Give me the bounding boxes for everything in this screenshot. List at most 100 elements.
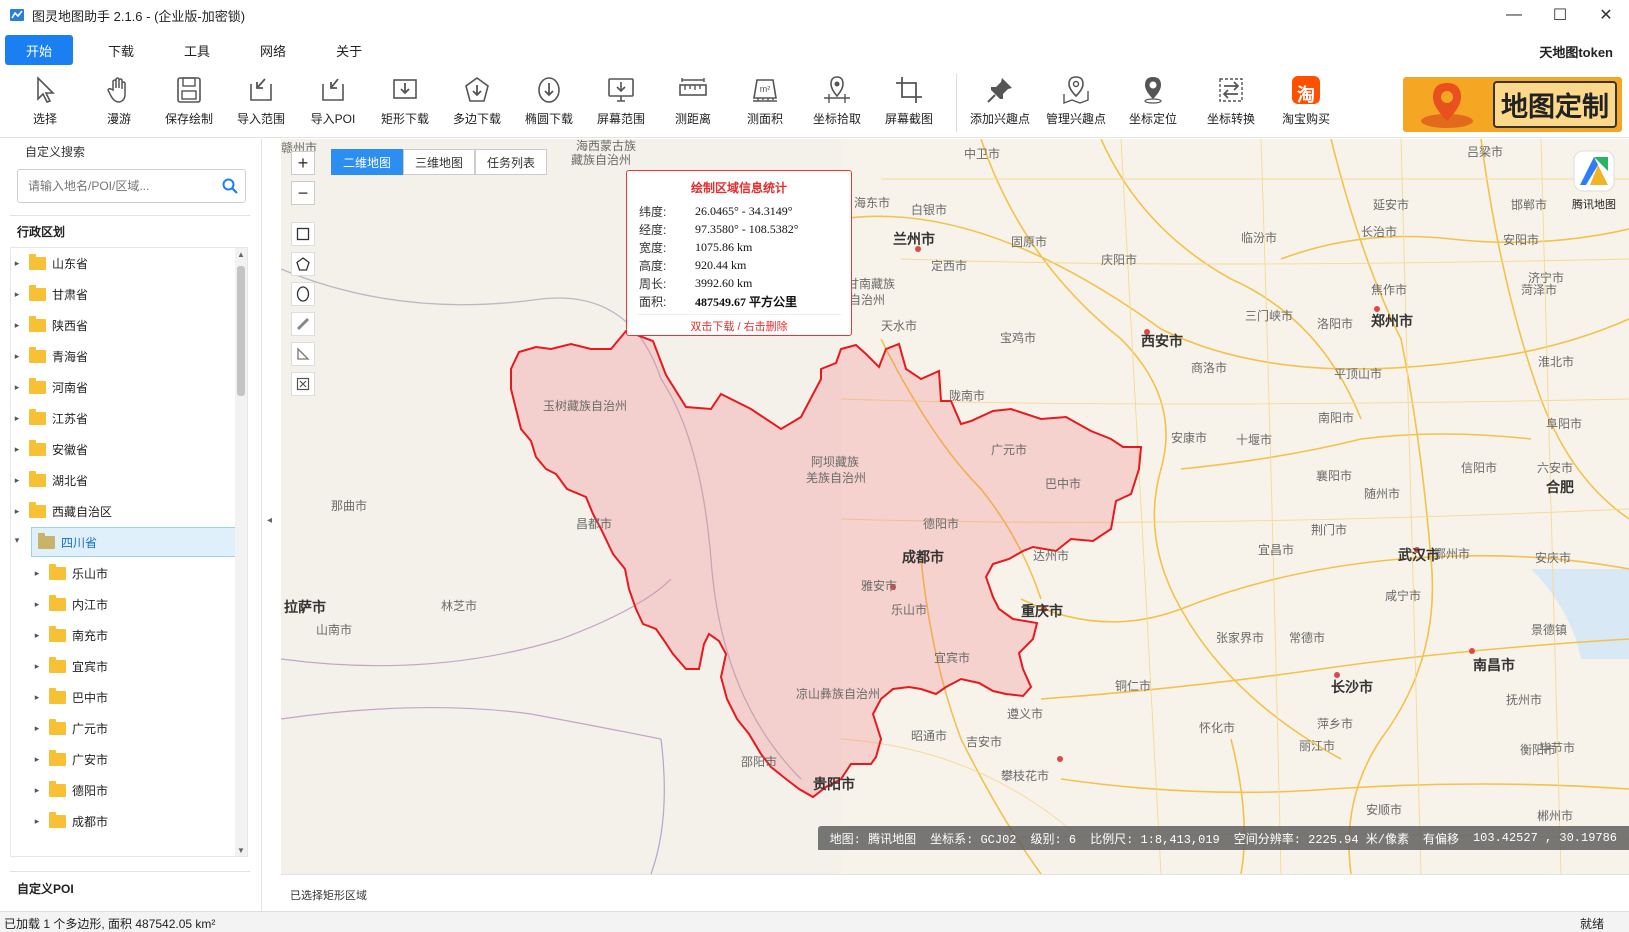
expand-arrow-icon[interactable]: ▸ [31, 723, 43, 734]
minimize-button[interactable]: — [1491, 0, 1537, 30]
tab-task-list[interactable]: 任务列表 [475, 149, 548, 175]
zoom-in-button[interactable]: + [291, 151, 315, 175]
locate-coordinate-button[interactable]: 坐标定位 [1117, 74, 1189, 134]
import-range-button[interactable]: 导入范围 [225, 74, 297, 134]
collapse-arrow-icon[interactable]: ▾ [11, 535, 23, 546]
draw-rect-button[interactable] [291, 222, 315, 246]
polygon-download-button[interactable]: 多边下载 [441, 74, 513, 134]
folder-icon [29, 315, 46, 332]
tree-item[interactable]: ▸ 甘肃省 [11, 279, 239, 309]
expand-arrow-icon[interactable]: ▸ [31, 785, 43, 796]
tree-item[interactable]: ▸ 陕西省 [11, 310, 239, 340]
screen-range-button[interactable]: 屏幕范围 [585, 74, 657, 134]
save-drawing-button[interactable]: 保存绘制 [153, 74, 225, 134]
screenshot-button[interactable]: 屏幕截图 [873, 74, 945, 134]
scroll-down-icon[interactable]: ▼ [235, 844, 247, 856]
expand-arrow-icon[interactable]: ▸ [31, 568, 43, 579]
map-place-label: 昌都市 [576, 517, 613, 531]
map-place-label: 羌族自治州 [806, 471, 867, 485]
expand-arrow-icon[interactable]: ▸ [11, 413, 23, 424]
map-place-label: 长治市 [1361, 225, 1398, 239]
measure-area-button[interactable]: m² 测面积 [729, 74, 801, 134]
selection-status: 已选择矩形区域 [290, 890, 367, 902]
map-place-label: 安庆市 [1535, 551, 1572, 565]
map-place-label: 六安市 [1537, 461, 1574, 475]
map-place-label: 铜仁市 [1115, 679, 1152, 693]
map-canvas[interactable] [281, 139, 1629, 874]
expand-arrow-icon[interactable]: ▸ [11, 506, 23, 517]
tree-item-selected[interactable]: 四川省 [31, 527, 244, 557]
add-poi-button[interactable]: 添加兴趣点 [964, 74, 1036, 134]
taobao-buy-button[interactable]: 淘 淘宝购买 [1270, 74, 1342, 134]
tree-item[interactable]: ▸ 安徽省 [11, 434, 239, 464]
tab-download[interactable]: 下载 [87, 35, 155, 65]
pan-tool-button[interactable]: 漫游 [83, 74, 155, 134]
search-icon[interactable] [221, 177, 239, 195]
tree-item[interactable]: ▸ 江苏省 [11, 403, 239, 433]
expand-arrow-icon[interactable]: ▸ [31, 599, 43, 610]
tianditu-token-link[interactable]: 天地图token [1539, 42, 1613, 61]
panel-collapse-icon[interactable]: ◂ [267, 515, 272, 526]
tree-item[interactable]: ▸ 山东省 [11, 248, 239, 278]
close-button[interactable]: ✕ [1583, 0, 1629, 30]
tree-item[interactable]: ▸ 湖北省 [11, 465, 239, 495]
expand-arrow-icon[interactable]: ▸ [11, 258, 23, 269]
info-actions-hint[interactable]: 双击下载 / 右击删除 [637, 314, 841, 334]
search-input[interactable] [28, 179, 218, 193]
tab-tools[interactable]: 工具 [163, 35, 231, 65]
tab-network[interactable]: 网络 [239, 35, 307, 65]
draw-circle-button[interactable] [291, 282, 315, 306]
clear-drawing-button[interactable] [291, 372, 315, 396]
expand-arrow-icon[interactable]: ▸ [31, 754, 43, 765]
tree-item[interactable]: ▸ 河南省 [11, 372, 239, 402]
zoom-out-button[interactable]: − [291, 181, 315, 205]
scroll-thumb[interactable] [237, 266, 245, 396]
tree-item[interactable]: ▸ 成都市 [31, 806, 247, 836]
expand-arrow-icon[interactable]: ▸ [11, 351, 23, 362]
expand-arrow-icon[interactable]: ▸ [11, 382, 23, 393]
measure-distance-button[interactable]: 测距离 [657, 74, 729, 134]
map-provider-badge[interactable]: 腾讯地图 [1567, 149, 1621, 212]
tree-item[interactable]: ▸ 德阳市 [31, 775, 247, 805]
tree-item[interactable]: ▸ 内江市 [31, 589, 247, 619]
draw-polygon-button[interactable] [291, 252, 315, 276]
convert-icon [1219, 78, 1243, 102]
expand-arrow-icon[interactable]: ▸ [31, 692, 43, 703]
measure-angle-button[interactable] [291, 342, 315, 366]
expand-arrow-icon[interactable]: ▸ [31, 630, 43, 641]
tree-scrollbar[interactable]: ▲ ▼ [235, 248, 247, 856]
region-info-popup[interactable]: 绘制区域信息统计 纬度: 26.0465° - 34.3149° 经度: 97.35… [626, 170, 852, 336]
tree-item[interactable]: ▸ 青海省 [11, 341, 239, 371]
tree-item[interactable]: ▸ 宜宾市 [31, 651, 247, 681]
expand-arrow-icon[interactable]: ▸ [11, 475, 23, 486]
map-place-label: 安康市 [1171, 431, 1208, 445]
tree-item[interactable]: ▸ 广元市 [31, 713, 247, 743]
map-view[interactable]: 海西蒙古族藏族自治州中卫市吕梁市西宁市海东市白银市延安市邯郸市兰州市固原市临汾市… [281, 139, 1629, 874]
expand-arrow-icon[interactable]: ▸ [11, 289, 23, 300]
tree-item[interactable]: ▸ 乐山市 [31, 558, 247, 588]
ellipse-download-button[interactable]: 椭圆下载 [513, 74, 585, 134]
expand-arrow-icon[interactable]: ▸ [11, 444, 23, 455]
map-customize-banner[interactable]: 地图定制 [1403, 77, 1622, 132]
maximize-button[interactable]: ☐ [1537, 0, 1583, 30]
coordinate-pick-button[interactable]: 坐标拾取 [801, 74, 873, 134]
expand-arrow-icon[interactable]: ▸ [31, 661, 43, 672]
select-tool-button[interactable]: 选择 [9, 74, 81, 134]
tree-item[interactable]: ▸ 南充市 [31, 620, 247, 650]
tree-item[interactable]: ▸ 广安市 [31, 744, 247, 774]
tab-start[interactable]: 开始 [5, 35, 74, 65]
tree-item[interactable]: ▸ 西藏自治区 [11, 496, 239, 526]
expand-arrow-icon[interactable]: ▸ [31, 816, 43, 827]
draw-line-button[interactable] [291, 312, 315, 336]
import-poi-button[interactable]: 导入POI [297, 74, 369, 134]
expand-arrow-icon[interactable]: ▸ [11, 320, 23, 331]
tab-2d-map[interactable]: 二维地图 [331, 149, 404, 175]
tab-about[interactable]: 关于 [315, 35, 383, 65]
scroll-up-icon[interactable]: ▲ [235, 248, 247, 262]
rect-download-button[interactable]: 矩形下载 [369, 74, 441, 134]
tab-3d-map[interactable]: 三维地图 [403, 149, 476, 175]
map-place-label: 乐山市 [891, 603, 928, 617]
manage-poi-button[interactable]: 管理兴趣点 [1040, 74, 1112, 134]
coordinate-convert-button[interactable]: 坐标转换 [1195, 74, 1267, 134]
tree-item[interactable]: ▸ 巴中市 [31, 682, 247, 712]
